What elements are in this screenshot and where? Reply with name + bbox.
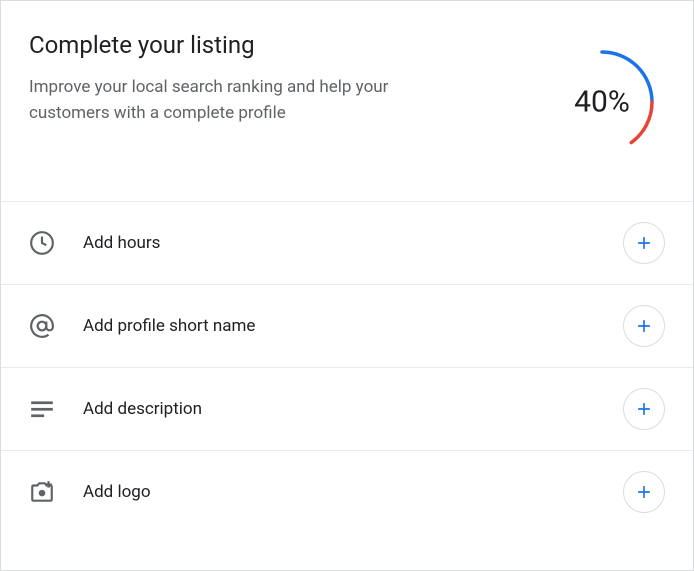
clock-icon [29, 230, 55, 256]
add-description-button[interactable] [623, 388, 665, 430]
progress-percent: 40% [574, 85, 630, 120]
item-add-logo[interactable]: Add logo [1, 451, 693, 533]
card-title: Complete your listing [29, 31, 527, 59]
add-logo-button[interactable] [623, 471, 665, 513]
card-header: Complete your listing Improve your local… [1, 1, 693, 181]
complete-listing-card: Complete your listing Improve your local… [0, 0, 694, 571]
card-subtitle: Improve your local search ranking and he… [29, 75, 449, 126]
camera-plus-icon [29, 479, 55, 505]
progress-circle: 40% [547, 47, 657, 157]
at-icon [29, 313, 55, 339]
items-list: Add hours Add profile short name [1, 201, 693, 533]
add-short-name-button[interactable] [623, 305, 665, 347]
item-add-description[interactable]: Add description [1, 368, 693, 451]
item-label: Add hours [83, 233, 623, 253]
header-text: Complete your listing Improve your local… [29, 31, 547, 126]
item-add-short-name[interactable]: Add profile short name [1, 285, 693, 368]
add-hours-button[interactable] [623, 222, 665, 264]
item-label: Add profile short name [83, 316, 623, 336]
item-add-hours[interactable]: Add hours [1, 202, 693, 285]
item-label: Add description [83, 399, 623, 419]
item-label: Add logo [83, 482, 623, 502]
description-icon [29, 396, 55, 422]
